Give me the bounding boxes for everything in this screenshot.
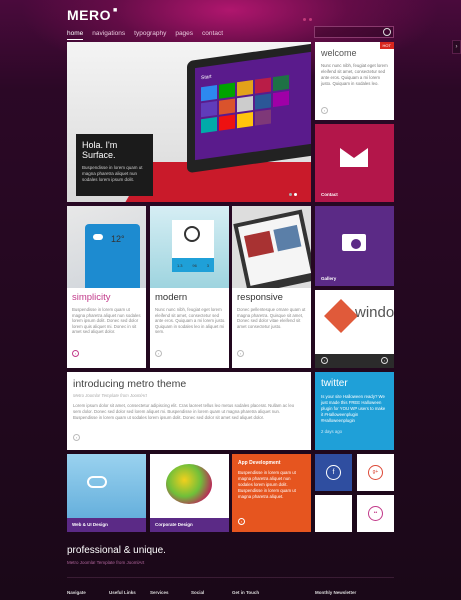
card-text: Nunc nunc nibh, feugiat eget lorem eleif…	[155, 307, 226, 334]
more-button[interactable]: ›	[73, 434, 80, 441]
search-icon[interactable]	[383, 28, 391, 36]
card-title: modern	[155, 292, 188, 303]
search-input[interactable]	[314, 26, 394, 38]
prev-icon[interactable]: ‹	[321, 357, 328, 364]
tile-label: Corporate Design	[150, 518, 229, 532]
slider-controls: ‹ ›	[315, 354, 394, 368]
twitter-title: twitter	[321, 378, 348, 389]
contact-label: Contact	[321, 192, 338, 197]
weather-app-image: 12°	[67, 206, 146, 288]
cloud-icon	[87, 476, 107, 488]
footer-columns: Navigate Useful Links Services Social Ge…	[67, 590, 397, 595]
flickr-tile[interactable]: ••	[357, 495, 394, 532]
footer-subtagline: Metro Joomla! Template from JoomlArt	[67, 560, 145, 565]
more-button[interactable]: ›	[237, 350, 244, 357]
social-tile[interactable]	[315, 495, 352, 532]
hero-pager[interactable]	[289, 193, 297, 196]
tile-label: Web & UI Design	[67, 518, 146, 532]
flickr-icon: ••	[368, 506, 383, 521]
tweet-text: Is your site Halloween ready? We just ma…	[321, 394, 386, 423]
footer-col-useful-links: Useful Links	[109, 590, 136, 595]
welcome-tile[interactable]: HOT welcome Nunc nunc nibh, feugiat eget…	[315, 42, 394, 120]
intro-title: introducing metro theme	[73, 378, 187, 390]
windows-slider-tile[interactable]: windo ‹ ›	[315, 290, 394, 368]
card-title: simplicity	[72, 292, 111, 303]
nav-contact[interactable]: contact	[202, 30, 223, 40]
google-plus-icon: g+	[368, 465, 383, 480]
weather-widget-image: 1.3 96 3	[150, 206, 229, 288]
gallery-label: Gallery	[321, 276, 337, 281]
footer-col-get-in-touch: Get in Touch	[232, 590, 260, 595]
nav-pages[interactable]: pages	[175, 30, 193, 40]
card-title: responsive	[237, 292, 283, 303]
footer-col-social: Social	[191, 590, 205, 595]
camera-icon	[342, 234, 366, 251]
facebook-icon: f	[326, 465, 341, 480]
corporate-design-tile[interactable]: Corporate Design	[150, 454, 229, 532]
abstract-artwork	[166, 464, 212, 504]
windows-logo-icon	[324, 299, 358, 333]
next-icon[interactable]: ›	[381, 357, 388, 364]
nav-home[interactable]: home	[67, 30, 84, 40]
more-button[interactable]: ›	[155, 350, 162, 357]
card-responsive[interactable]: responsive Donec pellentesque ornare qua…	[232, 206, 311, 368]
card-simplicity[interactable]: 12° simplicity Buspendisse in lorem quam…	[67, 206, 146, 368]
hero-caption: Hola. I'm Surface. Buspendisse in lorem …	[76, 134, 153, 196]
gallery-tile[interactable]: Gallery	[315, 206, 394, 286]
app-development-tile[interactable]: App Development Buspendisse in lorem qua…	[232, 454, 311, 532]
more-button[interactable]: ›	[238, 518, 245, 525]
hero-text: Buspendisse in lorem quam ut magna phare…	[82, 165, 143, 182]
side-panel-toggle[interactable]: ›	[452, 40, 461, 54]
card-modern[interactable]: 1.3 96 3 modern Nunc nunc nibh, feugiat eg…	[150, 206, 229, 368]
intro-block: introducing metro theme Metro Joomla! Te…	[67, 372, 311, 450]
intro-text: Lorem ipsum dolor sit amet, consectetur …	[73, 403, 295, 420]
tile-title: App Development	[238, 460, 281, 466]
footer-tagline: professional & unique.	[67, 545, 166, 556]
web-ui-design-tile[interactable]: Web & UI Design	[67, 454, 146, 532]
nav-typography[interactable]: typography	[134, 30, 166, 40]
welcome-text: Nunc nunc nibh, feugiat eget lorem eleif…	[321, 63, 388, 86]
more-button[interactable]: ›	[321, 107, 328, 114]
nav-indicator	[303, 18, 312, 21]
sun-icon	[184, 226, 200, 242]
card-text: Donec pellentesque ornare quam ut magna …	[237, 307, 306, 329]
more-button[interactable]: ›	[72, 350, 79, 357]
footer-col-newsletter: Monthly Newsletter	[315, 590, 357, 595]
twitter-tile[interactable]: twitter Is your site Halloween ready? We…	[315, 372, 394, 450]
hero-tablet-graphic: Start	[187, 42, 311, 174]
mail-icon	[340, 148, 368, 167]
nav-navigations[interactable]: navigations	[92, 30, 125, 40]
main-nav: home navigations typography pages contac…	[67, 30, 223, 40]
cloud-icon	[93, 234, 103, 240]
card-text: Buspendisse in lorem quam ut magna phare…	[72, 307, 141, 334]
contact-tile[interactable]: Contact	[315, 124, 394, 202]
welcome-title: welcome	[321, 48, 357, 58]
footer-col-navigate: Navigate	[67, 590, 86, 595]
google-plus-tile[interactable]: g+	[357, 454, 394, 491]
site-logo[interactable]: MERO ■	[67, 7, 118, 23]
hero-heading: Hola. I'm Surface.	[82, 140, 118, 160]
intro-subtitle: Metro Joomla! Template from JoomlArt	[73, 393, 147, 398]
facebook-tile[interactable]: f	[315, 454, 352, 491]
footer-divider	[67, 577, 394, 578]
hot-badge: HOT	[379, 42, 394, 49]
footer-col-services: Services	[150, 590, 169, 595]
hero-slideshow[interactable]: Start Hola. I'm Surface. Buspendisse in …	[67, 42, 311, 202]
news-tablet-image	[232, 206, 311, 288]
tile-text: Buspendisse in lorem quam ut magna phare…	[238, 470, 296, 499]
tweet-time: 2 days ago	[321, 429, 343, 434]
